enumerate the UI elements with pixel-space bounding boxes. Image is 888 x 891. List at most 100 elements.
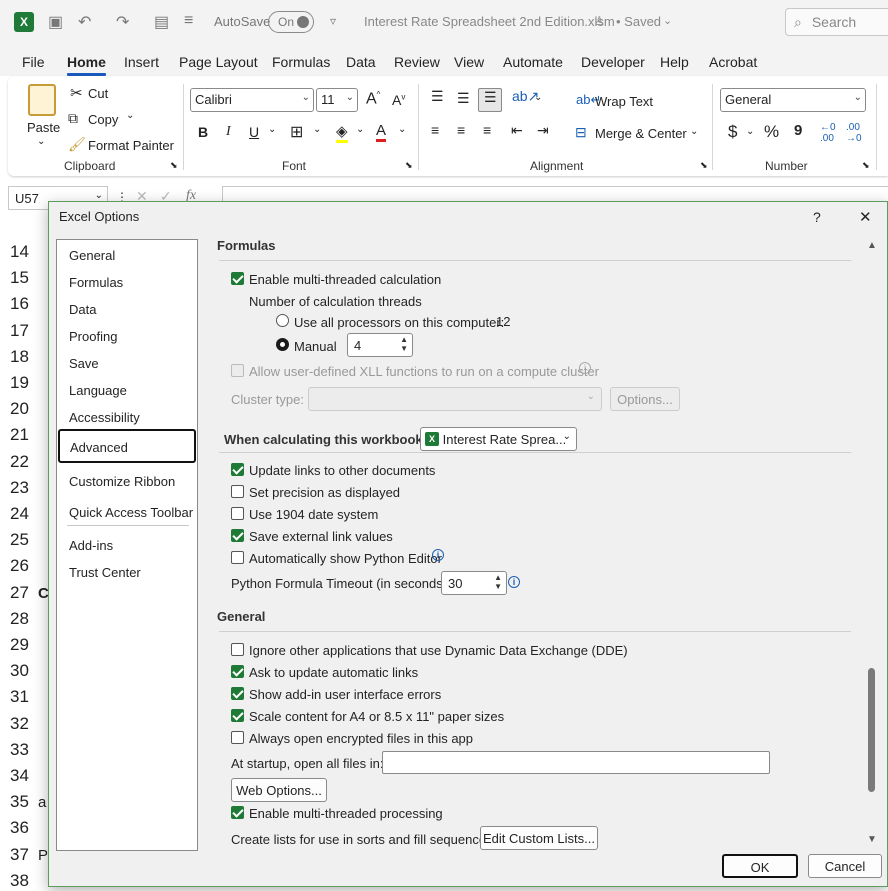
fill-color-icon[interactable]: ◈ — [336, 122, 348, 143]
scale-content-checkbox[interactable] — [231, 709, 244, 722]
decrease-decimal-icon[interactable]: .00 →0 — [846, 122, 862, 144]
form-icon[interactable]: ▤ — [154, 12, 169, 32]
show-addin-errors-checkbox[interactable] — [231, 687, 244, 700]
italic-button[interactable]: I — [226, 124, 231, 140]
row-header[interactable]: 36 — [0, 818, 38, 838]
nav-item-add-ins[interactable]: Add-ins — [69, 538, 113, 553]
tab-file[interactable]: File — [22, 54, 45, 70]
bold-button[interactable]: B — [198, 124, 208, 140]
saved-status[interactable]: • Saved — [616, 14, 661, 29]
set-precision-checkbox[interactable] — [231, 485, 244, 498]
cut-button[interactable]: Cut — [88, 86, 108, 101]
row-header[interactable]: 26 — [0, 556, 38, 576]
tab-acrobat[interactable]: Acrobat — [709, 54, 757, 70]
increase-indent-icon[interactable]: ⇥ — [537, 122, 549, 139]
nav-item-trust-center[interactable]: Trust Center — [69, 565, 141, 580]
row-header[interactable]: 17 — [0, 321, 38, 341]
info-icon[interactable]: i — [432, 549, 444, 561]
underline-button[interactable]: U — [249, 124, 259, 140]
font-color-chevron-icon[interactable]: ⌄ — [398, 124, 406, 135]
python-timeout-spinner[interactable]: 30 ▲ ▼ — [441, 571, 507, 595]
format-painter-button[interactable]: Format Painter — [88, 138, 174, 153]
merge-center-button[interactable]: Merge & Center — [595, 126, 687, 141]
paste-icon[interactable] — [28, 84, 56, 116]
row-header[interactable]: 30 — [0, 661, 38, 681]
row-header[interactable]: 24 — [0, 504, 38, 524]
scroll-down-icon[interactable]: ▼ — [867, 834, 877, 845]
manual-threads-radio[interactable] — [276, 338, 289, 351]
font-name-select[interactable]: Calibri ⌄ — [190, 88, 314, 112]
startup-folder-input[interactable] — [382, 751, 770, 774]
increase-font-icon[interactable]: A^ — [366, 90, 380, 108]
row-header[interactable]: 34 — [0, 766, 38, 786]
use-all-processors-radio[interactable] — [276, 314, 289, 327]
dialog-launcher-icon[interactable]: ⬊ — [862, 160, 870, 171]
row-header[interactable]: 25 — [0, 530, 38, 550]
percent-button[interactable]: % — [764, 122, 779, 142]
save-icon[interactable]: ▣ — [48, 12, 63, 32]
row-header[interactable]: 32 — [0, 714, 38, 734]
row-header[interactable]: 27 — [0, 583, 38, 603]
nav-item-language[interactable]: Language — [69, 383, 127, 398]
customize-toolbar-icon[interactable]: ▿ — [330, 14, 336, 28]
row-header[interactable]: 31 — [0, 687, 38, 707]
row-header[interactable]: 38 — [0, 871, 38, 891]
row-header[interactable]: 33 — [0, 740, 38, 760]
paste-chevron-icon[interactable]: ⌄ — [37, 136, 45, 147]
row-header[interactable]: 18 — [0, 347, 38, 367]
chevron-down-icon[interactable]: ⌄ — [663, 14, 672, 27]
multithreaded-checkbox[interactable] — [231, 272, 244, 285]
tab-view[interactable]: View — [454, 54, 484, 70]
row-header[interactable]: 23 — [0, 478, 38, 498]
decrease-font-icon[interactable]: Av — [392, 92, 405, 108]
format-painter-icon[interactable]: 🖌 — [68, 136, 86, 153]
nav-item-general[interactable]: General — [69, 248, 115, 263]
copy-icon[interactable]: ⧉ — [68, 110, 78, 127]
align-center-icon[interactable]: ≡ — [457, 122, 465, 138]
row-header[interactable]: 14 — [0, 242, 38, 262]
wrap-text-button[interactable]: Wrap Text — [595, 94, 653, 109]
dialog-launcher-icon[interactable]: ⬊ — [170, 160, 178, 171]
scrollbar-thumb[interactable] — [868, 668, 875, 792]
nav-item-advanced[interactable]: Advanced — [58, 429, 196, 463]
redo-icon[interactable]: ↷ — [116, 12, 129, 32]
number-format-select[interactable]: General ⌄ — [720, 88, 866, 112]
borders-chevron-icon[interactable]: ⌄ — [313, 124, 321, 135]
search-box[interactable]: ⌕ Search — [785, 8, 888, 36]
save-external-checkbox[interactable] — [231, 529, 244, 542]
copy-chevron-icon[interactable]: ⌄ — [126, 110, 134, 121]
undo-icon[interactable]: ↶ — [78, 12, 91, 32]
cut-icon[interactable]: ✂ — [70, 84, 83, 102]
paste-button[interactable]: Paste — [27, 120, 60, 135]
row-header[interactable]: 28 — [0, 609, 38, 629]
tab-formulas[interactable]: Formulas — [272, 54, 330, 70]
copy-button[interactable]: Copy — [88, 112, 118, 127]
list-icon[interactable]: ≡ — [184, 12, 193, 30]
row-header[interactable]: 35 — [0, 792, 38, 812]
nav-item-proofing[interactable]: Proofing — [69, 329, 117, 344]
scroll-up-icon[interactable]: ▲ — [867, 240, 877, 251]
help-button[interactable]: ? — [813, 209, 821, 225]
ok-button[interactable]: OK — [722, 854, 798, 878]
update-links-checkbox[interactable] — [231, 463, 244, 476]
web-options-button[interactable]: Web Options... — [231, 778, 327, 802]
tab-help[interactable]: Help — [660, 54, 689, 70]
close-icon[interactable]: ✕ — [859, 208, 872, 226]
cancel-button[interactable]: Cancel — [808, 854, 882, 878]
align-top-icon[interactable]: ☰ — [431, 88, 444, 105]
row-header[interactable]: 22 — [0, 452, 38, 472]
nav-item-save[interactable]: Save — [69, 356, 99, 371]
currency-button[interactable]: $ — [728, 122, 737, 142]
enable-mt-processing-checkbox[interactable] — [231, 806, 244, 819]
row-header[interactable]: 29 — [0, 635, 38, 655]
info-icon[interactable]: i — [508, 576, 520, 588]
align-bottom-icon[interactable]: ☰ — [478, 88, 502, 112]
tab-developer[interactable]: Developer — [581, 54, 645, 70]
increase-decimal-icon[interactable]: ←0.00 — [820, 122, 836, 144]
underline-chevron-icon[interactable]: ⌄ — [268, 124, 276, 135]
nav-item-customize-ribbon[interactable]: Customize Ribbon — [69, 474, 175, 489]
row-header[interactable]: 37 — [0, 845, 38, 865]
font-size-select[interactable]: 11 ⌄ — [316, 88, 358, 112]
orientation-chevron-icon[interactable]: ⌄ — [534, 92, 542, 103]
ask-update-checkbox[interactable] — [231, 665, 244, 678]
